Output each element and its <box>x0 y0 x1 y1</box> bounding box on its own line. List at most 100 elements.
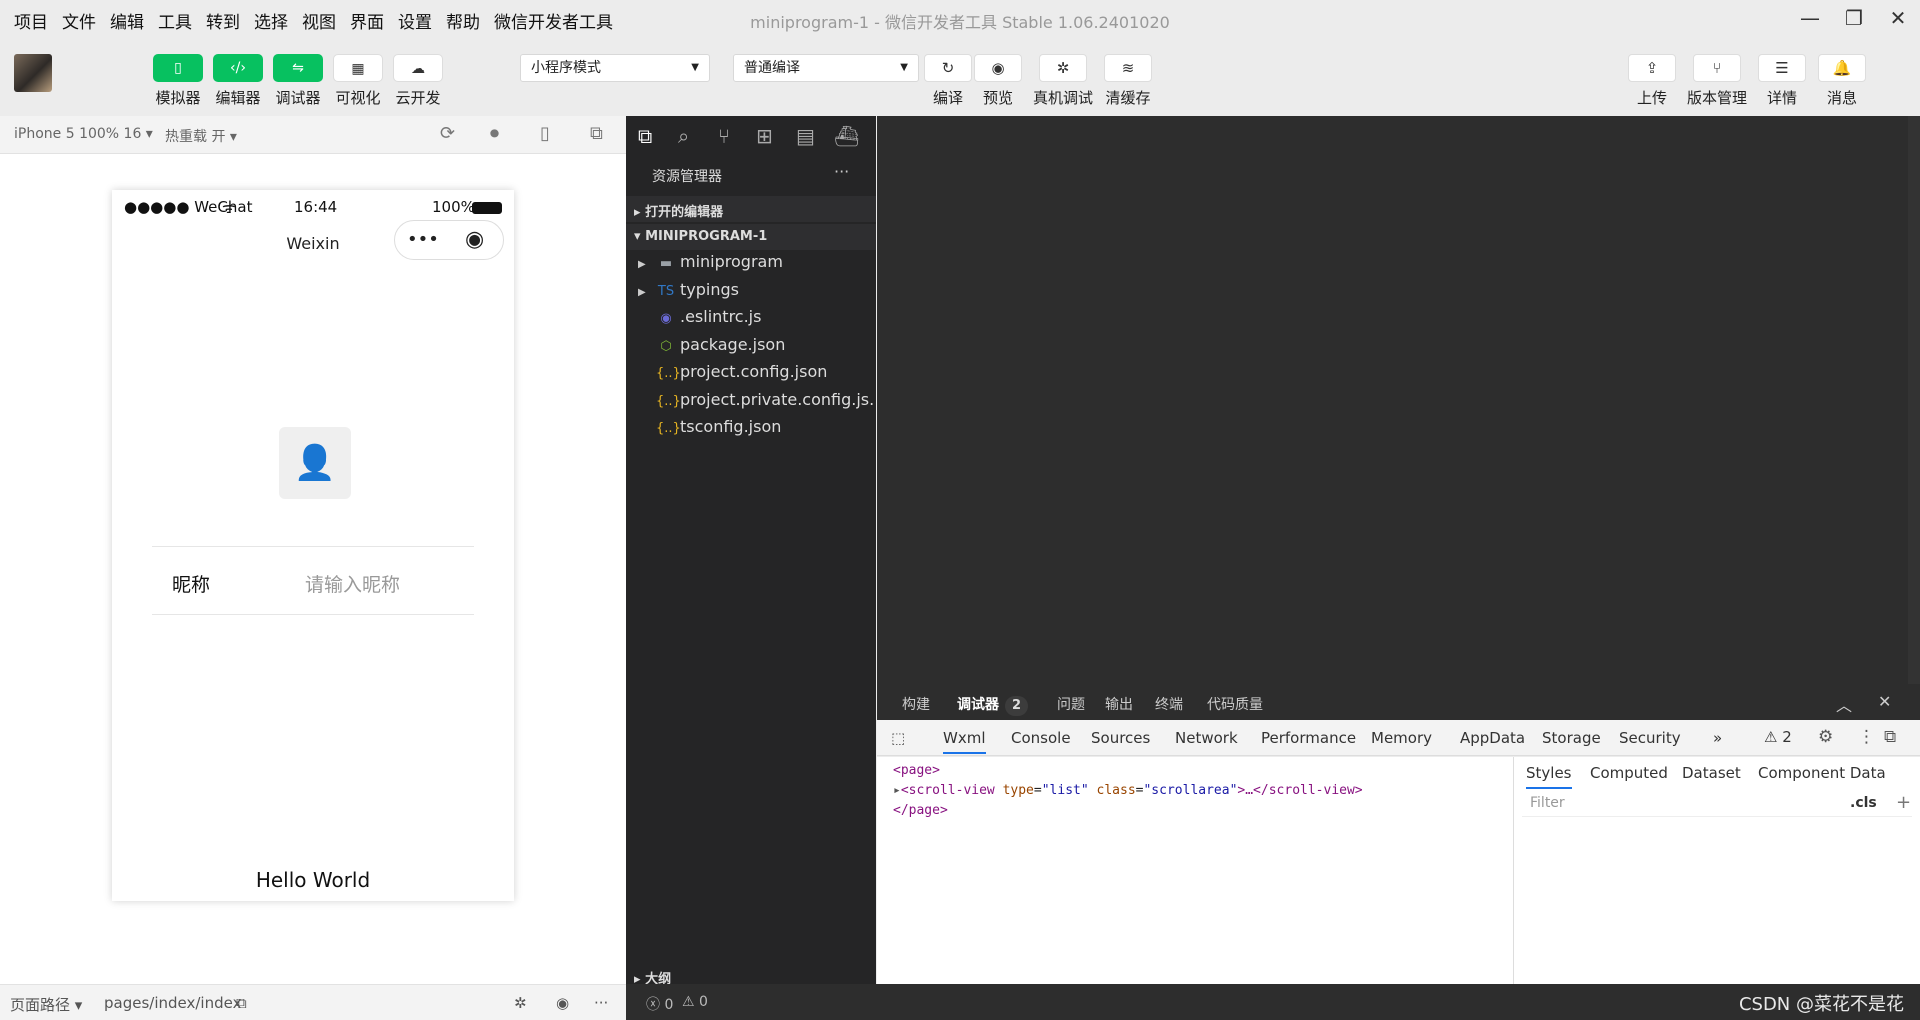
devtools-tab[interactable]: Memory <box>1371 729 1432 747</box>
refresh-icon[interactable]: ⟳ <box>440 123 455 144</box>
version-button[interactable]: ⑂ <box>1693 54 1741 82</box>
kebab-icon[interactable]: ⋮ <box>1858 727 1875 747</box>
caret-down-icon: ▼ <box>691 62 699 73</box>
more-icon[interactable]: ··· <box>594 994 608 1012</box>
close-window-button[interactable]: ✕ <box>1880 4 1916 32</box>
warnings-count[interactable]: ⚠ 0 <box>682 994 708 1010</box>
tree-item[interactable]: {..}project.config.json <box>638 362 874 381</box>
tree-item[interactable]: {..}project.private.config.js... <box>638 390 874 409</box>
styles-filter[interactable]: Filter .cls + <box>1522 791 1912 817</box>
devtools-tab[interactable]: AppData <box>1460 729 1525 747</box>
wxml-page-open[interactable]: <page> <box>893 763 940 778</box>
debug-tab[interactable]: 终端 <box>1155 694 1183 714</box>
errors-count[interactable]: ⓧ 0 <box>646 994 673 1014</box>
expand-arrow-icon[interactable]: ▶ <box>638 259 656 270</box>
devtools-tab[interactable]: Wxml <box>943 729 986 754</box>
editor-area <box>877 116 1920 684</box>
wxml-scroll-view[interactable]: ▸<scroll-view type="list" class="scrolla… <box>893 783 1363 798</box>
minimize-button[interactable]: — <box>1792 4 1828 32</box>
expand-arrow-icon[interactable]: ▶ <box>638 287 656 298</box>
collapse-icon[interactable]: ︿ <box>1836 692 1852 716</box>
debug-tab[interactable]: 调试器 2 <box>957 694 1029 716</box>
files-icon[interactable]: ⧉ <box>638 124 652 148</box>
cls-button[interactable]: .cls <box>1850 795 1877 811</box>
clear-cache-button[interactable]: ≋ <box>1104 54 1152 82</box>
expand-arrow-icon[interactable]: ▸ <box>893 783 901 798</box>
debug-tab[interactable]: 构建 <box>902 694 930 714</box>
device-select[interactable]: iPhone 5 100% 16 ▾ <box>14 126 153 142</box>
copy-icon[interactable]: ⧉ <box>236 994 247 1012</box>
phone-icon[interactable]: ▯ <box>540 123 550 144</box>
styles-tab[interactable]: Component Data <box>1758 764 1886 782</box>
stop-icon[interactable]: ⏺ <box>490 123 499 144</box>
preview-button[interactable]: ◉ <box>974 54 1022 82</box>
remote-debug-button[interactable]: ✲ <box>1039 54 1087 82</box>
more-dots-icon[interactable]: ••• <box>407 229 439 250</box>
debugger-button[interactable]: ⇋ <box>273 54 323 82</box>
details-button[interactable]: ☰ <box>1758 54 1806 82</box>
git-icon[interactable]: ⑂ <box>718 124 730 148</box>
visual-button[interactable]: ▦ <box>333 54 383 82</box>
user-avatar[interactable] <box>14 54 52 92</box>
close-icon[interactable]: ✕ <box>1878 692 1891 711</box>
editor-button[interactable]: ‹/› <box>213 54 263 82</box>
window-title: miniprogram-1 - 微信开发者工具 Stable 1.06.2401… <box>750 13 1170 32</box>
compile-select[interactable]: 普通编译 ▼ <box>733 54 919 82</box>
bug-icon[interactable]: ✲ <box>514 994 527 1012</box>
search-icon[interactable]: ⌕ <box>678 124 689 148</box>
more-icon[interactable]: ··· <box>834 162 849 181</box>
hot-reload-select[interactable]: 热重载 开 ▾ <box>165 126 237 146</box>
warnings-badge[interactable]: ⚠ 2 <box>1764 728 1792 746</box>
file-type-icon: {..} <box>656 366 681 381</box>
styles-panel: Styles Computed Dataset Component Data Filt… <box>1514 757 1920 984</box>
devtools-tab[interactable]: Security <box>1619 729 1681 747</box>
nickname-input[interactable]: 请输入昵称 <box>305 570 400 597</box>
tree-item[interactable]: {..}tsconfig.json <box>638 417 874 436</box>
maximize-button[interactable]: ❐ <box>1836 4 1872 32</box>
more-tabs-icon[interactable]: » <box>1713 729 1722 747</box>
mode-select[interactable]: 小程序模式 ▼ <box>520 54 710 82</box>
debug-tab[interactable]: 问题 <box>1057 694 1085 714</box>
tree-item[interactable]: ◉ .eslintrc.js <box>638 307 874 326</box>
phone-time: 16:44 <box>294 198 338 216</box>
avatar-button[interactable]: 👤 <box>279 427 351 499</box>
extensions-icon[interactable]: ⊞ <box>756 124 773 148</box>
devtools-tab[interactable]: Console <box>1011 729 1071 747</box>
editor-scrollbar[interactable] <box>1908 116 1920 684</box>
devtools-tab[interactable]: Performance <box>1261 729 1356 747</box>
page-path-select[interactable]: 页面路径 ▾ <box>10 994 82 1015</box>
styles-tab[interactable]: Styles <box>1526 764 1572 789</box>
devtools-tab[interactable]: Network <box>1175 729 1238 747</box>
settings-icon[interactable]: ⚙ <box>1818 727 1833 747</box>
filter-input[interactable]: Filter <box>1530 795 1565 811</box>
compile-button[interactable]: ↻ <box>924 54 972 82</box>
capsule-menu[interactable]: ••• ◉ <box>394 220 504 260</box>
inspect-icon[interactable]: ⬚ <box>891 729 905 747</box>
storage-icon[interactable]: ▤ <box>796 124 815 148</box>
battery-icon <box>472 202 502 214</box>
messages-button[interactable]: 🔔 <box>1818 54 1866 82</box>
tree-item[interactable]: ▶ TS typings <box>638 280 874 299</box>
editor-label: 编辑器 <box>215 89 261 107</box>
cloud-button[interactable]: ☁ <box>393 54 443 82</box>
tree-item[interactable]: ▶ ▬ miniprogram <box>638 252 874 271</box>
wxml-page-close[interactable]: </page> <box>893 803 948 818</box>
add-rule-button[interactable]: + <box>1896 792 1911 813</box>
styles-tab[interactable]: Dataset <box>1682 764 1741 782</box>
devtools-tab[interactable]: Storage <box>1542 729 1601 747</box>
simulator-button[interactable]: ▯ <box>153 54 203 82</box>
devtools-tab[interactable]: Sources <box>1091 729 1150 747</box>
dock-icon[interactable]: ⧉ <box>1884 727 1896 747</box>
project-section[interactable]: ▾ MINIPROGRAM-1 <box>626 224 876 250</box>
tree-item-label: miniprogram <box>680 252 783 271</box>
eye-icon[interactable]: ◉ <box>556 994 569 1012</box>
close-target-icon[interactable]: ◉ <box>465 227 484 252</box>
debug-tab[interactable]: 输出 <box>1105 694 1133 714</box>
docker-icon[interactable]: ⛴ <box>834 124 859 148</box>
open-editors-section[interactable]: ▸ 打开的编辑器 <box>626 196 876 222</box>
debug-tab[interactable]: 代码质量 <box>1207 694 1263 714</box>
upload-button[interactable]: ⇪ <box>1628 54 1676 82</box>
tree-item[interactable]: ⬡ package.json <box>638 335 874 354</box>
styles-tab[interactable]: Computed <box>1590 764 1668 782</box>
popout-icon[interactable]: ⧉ <box>590 123 603 144</box>
